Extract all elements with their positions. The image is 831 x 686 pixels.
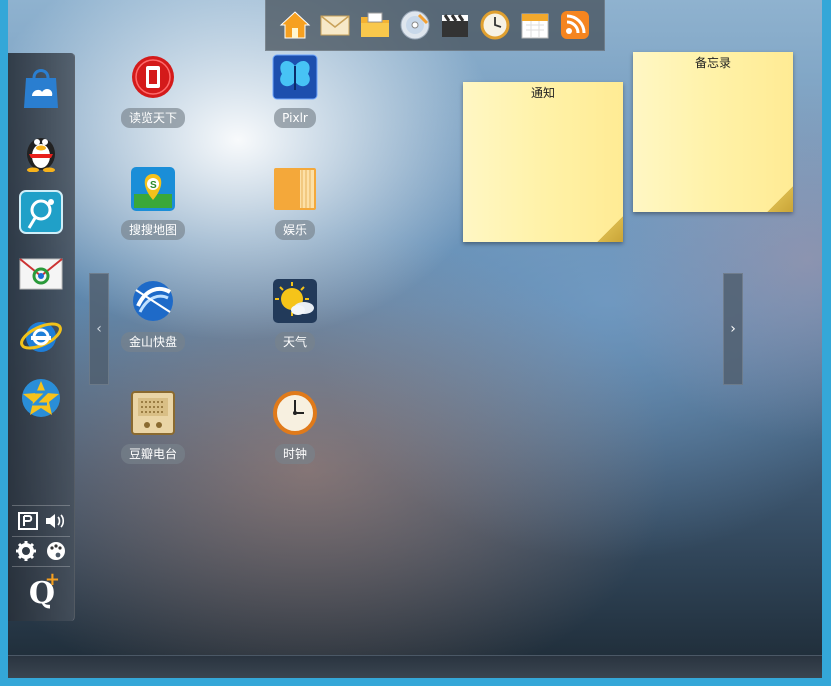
mail-icon[interactable]: [318, 8, 352, 42]
prev-page-button[interactable]: ‹: [89, 273, 109, 385]
app-clock[interactable]: 时钟: [250, 390, 340, 464]
svg-text:S: S: [150, 180, 157, 191]
ie-browser-icon[interactable]: [18, 313, 64, 359]
clock-icon[interactable]: [478, 8, 512, 42]
soso-map-icon: S: [130, 166, 176, 212]
reader-icon: [130, 54, 176, 100]
app-folder-entertainment[interactable]: 娱乐: [250, 166, 340, 240]
sidebar-divider: [12, 505, 70, 506]
sidebar-divider: [12, 566, 70, 567]
folder-icon: [272, 166, 318, 212]
app-kuaipan[interactable]: 金山快盘: [108, 278, 198, 352]
app-weather[interactable]: 天气: [250, 278, 340, 352]
note-title: 备忘录: [694, 56, 731, 70]
qq-penguin-icon[interactable]: [18, 127, 64, 173]
app-label: 读览天下: [120, 108, 185, 128]
note-notice[interactable]: 通知: [463, 82, 623, 242]
chevron-left-icon: ‹: [96, 321, 102, 337]
qq-mail-icon[interactable]: [18, 251, 64, 297]
top-dock: [265, 0, 605, 51]
chevron-right-icon: ›: [730, 321, 736, 337]
douban-radio-icon: [130, 390, 176, 436]
q-logo-button[interactable]: Q +: [22, 569, 62, 613]
pin-icon[interactable]: [16, 510, 40, 532]
app-label: 娱乐: [274, 220, 315, 240]
qq-map-icon[interactable]: [18, 189, 64, 235]
palette-icon[interactable]: [44, 540, 68, 562]
settings-gear-icon[interactable]: [14, 540, 38, 562]
calendar-icon[interactable]: [518, 8, 552, 42]
plus-icon: +: [44, 569, 60, 590]
app-store-icon[interactable]: [18, 65, 64, 111]
weather-icon: [272, 278, 318, 324]
qzone-icon[interactable]: [18, 375, 64, 421]
home-icon[interactable]: [278, 8, 312, 42]
sidebar: Q +: [8, 53, 75, 621]
app-label: 豆瓣电台: [120, 444, 185, 464]
app-label: 时钟: [274, 444, 315, 464]
app-label: 天气: [274, 332, 315, 352]
app-douban-radio[interactable]: 豆瓣电台: [108, 390, 198, 464]
clapper-icon[interactable]: [438, 8, 472, 42]
app-label: Pixlr: [274, 108, 316, 128]
sidebar-divider: [12, 536, 70, 537]
clock-icon: [272, 390, 318, 436]
kuaipan-icon: [130, 278, 176, 324]
volume-icon[interactable]: [43, 510, 67, 532]
desktop: Q + 读览天下 Pixlr S 搜搜地图 娱乐 金山快盘 天气 豆瓣电台 时钟…: [8, 0, 822, 678]
app-duolan[interactable]: 读览天下: [108, 54, 198, 128]
app-pixlr[interactable]: Pixlr: [250, 54, 340, 128]
cd-icon[interactable]: [398, 8, 432, 42]
folder-icon[interactable]: [358, 8, 392, 42]
note-title: 通知: [530, 86, 555, 100]
next-page-button[interactable]: ›: [723, 273, 743, 385]
app-soso-map[interactable]: S 搜搜地图: [108, 166, 198, 240]
app-label: 搜搜地图: [120, 220, 185, 240]
desktop-bottom-bar: [8, 655, 822, 678]
rss-icon[interactable]: [558, 8, 592, 42]
pixlr-butterfly-icon: [272, 54, 318, 100]
app-label: 金山快盘: [120, 332, 185, 352]
note-memo[interactable]: 备忘录: [633, 52, 793, 212]
